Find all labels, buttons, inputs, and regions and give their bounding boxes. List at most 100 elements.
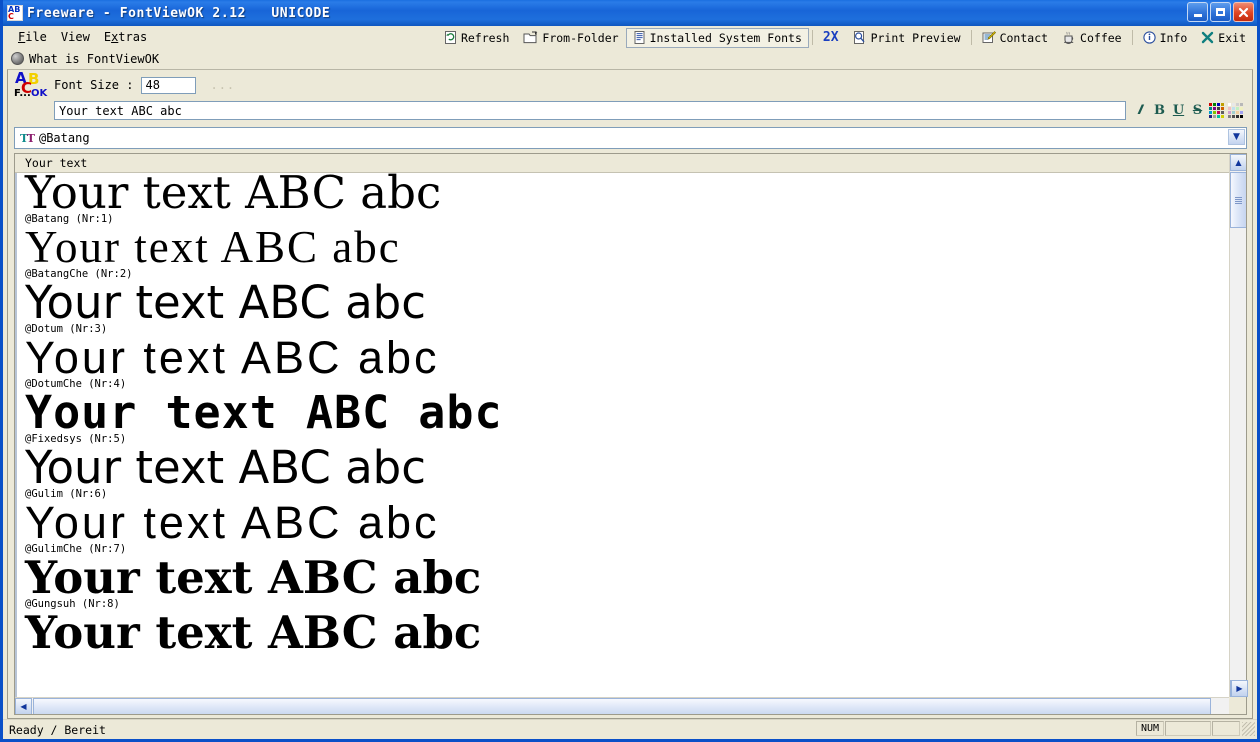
italic-button[interactable]: I: [1130, 102, 1151, 119]
menu-bar: File View Extras Refresh From-Folder Ins…: [3, 26, 1257, 48]
sample-text-row: I B U S: [8, 98, 1252, 124]
strikethrough-button[interactable]: S: [1189, 102, 1206, 119]
background-color-button[interactable]: [1227, 102, 1244, 119]
print-preview-icon: [853, 31, 867, 44]
globe-icon: [11, 52, 24, 65]
maximize-button[interactable]: [1210, 2, 1231, 22]
toolbar-zoom-2x-label: 2X: [822, 30, 839, 45]
list-item[interactable]: Your text ABC abc @GulimChe (Nr:7): [25, 500, 1246, 555]
info-icon: [1142, 31, 1156, 44]
font-sample-text: Your text ABC abc: [25, 173, 442, 219]
what-is-label: What is FontViewOK: [29, 51, 160, 66]
toolbar-info[interactable]: Info: [1136, 28, 1195, 48]
toolbar-coffee[interactable]: Coffee: [1055, 28, 1129, 48]
font-list-rows: Your text ABC abc @Batang (Nr:1) Your te…: [17, 173, 1246, 655]
list-item[interactable]: Your text ABC abc @Gungsuh (Nr:8): [25, 555, 1246, 610]
status-spacer-2: [1212, 721, 1240, 736]
list-item[interactable]: Your text ABC abc @Batang (Nr:1): [25, 173, 1246, 225]
scroll-up-button[interactable]: ▲: [1230, 154, 1246, 171]
window-controls: [1187, 2, 1254, 22]
folder-open-icon: [523, 31, 538, 44]
scroll-right-button-wrap: ▶: [1231, 680, 1248, 697]
app-window: AB C Freeware - FontViewOK 2.12 UNICODE F…: [0, 0, 1260, 742]
toolbar-separator-2: [970, 30, 972, 45]
list-item[interactable]: Your text ABC abc @Gulim (Nr:6): [25, 445, 1246, 500]
color-grid-bg-icon: [1228, 103, 1243, 118]
font-list-body[interactable]: Your text ABC abc @Batang (Nr:1) Your te…: [15, 173, 1246, 714]
toolbar-refresh-label: Refresh: [460, 30, 510, 45]
toolbar-coffee-label: Coffee: [1080, 30, 1122, 45]
toolbar: Refresh From-Folder Installed System Fon…: [437, 27, 1253, 48]
status-spacer-1: [1165, 721, 1211, 736]
resize-grip[interactable]: [1242, 721, 1255, 736]
toolbar-separator-3: [1131, 30, 1133, 45]
exit-x-icon: [1201, 31, 1214, 44]
font-sample-text: Your text ABC abc: [25, 276, 426, 329]
close-icon: [1238, 7, 1249, 17]
status-message: Ready / Bereit: [9, 722, 106, 737]
coffee-icon: [1062, 31, 1076, 44]
scroll-left-button[interactable]: ◀: [15, 698, 32, 714]
color-grid-icon: [1209, 103, 1224, 118]
list-item[interactable]: Your text ABC abc @BatangChe (Nr:2): [25, 222, 1246, 281]
status-num-indicator: NUM: [1135, 721, 1164, 736]
font-combo-wrap: TT @Batang ▼: [8, 124, 1252, 149]
toolbar-exit[interactable]: Exit: [1194, 28, 1253, 48]
toolbar-exit-label: Exit: [1218, 30, 1246, 45]
app-icon: AB C: [7, 5, 23, 21]
menu-view[interactable]: View: [54, 29, 97, 45]
toolbar-contact[interactable]: Contact: [975, 28, 1055, 48]
toolbar-print-preview-label: Print Preview: [870, 30, 961, 45]
sample-text-input[interactable]: [54, 101, 1126, 120]
toolbar-contact-label: Contact: [999, 30, 1049, 45]
font-size-input[interactable]: [141, 76, 197, 94]
font-list-icon: [633, 31, 646, 44]
list-item[interactable]: Your text ABC abc @Fixedsys (Nr:5): [25, 390, 1246, 445]
close-button[interactable]: [1233, 2, 1254, 22]
vertical-scroll-thumb[interactable]: [1230, 172, 1246, 228]
font-size-row: A B C F... OK Font Size : ...: [8, 69, 1252, 99]
horizontal-scrollbar[interactable]: ◀: [15, 697, 1229, 714]
menu-file[interactable]: File: [11, 29, 54, 45]
logo-text-f: F...: [14, 88, 31, 99]
chevron-down-icon[interactable]: ▼: [1228, 129, 1245, 145]
toolbar-separator-1: [811, 30, 813, 45]
font-sample-text: Your text ABC abc: [25, 497, 440, 548]
font-sample-text: Your text ABC abc: [25, 222, 401, 272]
what-is-row[interactable]: What is FontViewOK: [3, 48, 1257, 69]
title-bar: AB C Freeware - FontViewOK 2.12 UNICODE: [3, 0, 1257, 26]
list-item[interactable]: Your text ABC abc @Dotum (Nr:3): [25, 280, 1246, 335]
scrollbar-corner: [1229, 697, 1246, 714]
font-sample-text: Your text ABC abc: [25, 551, 482, 604]
bold-button[interactable]: B: [1151, 102, 1168, 119]
toolbar-installed-system-fonts-label: Installed System Fonts: [649, 30, 802, 45]
toolbar-installed-system-fonts[interactable]: Installed System Fonts: [625, 27, 809, 48]
font-sample-text: Your text ABC abc: [25, 441, 426, 494]
window-title: Freeware - FontViewOK 2.12 UNICODE: [27, 5, 331, 21]
contact-icon: [982, 31, 996, 44]
font-size-label: Font Size :: [54, 78, 134, 92]
menu-extras[interactable]: Extras: [97, 29, 154, 45]
list-item[interactable]: Your text ABC abc @DotumChe (Nr:4): [25, 335, 1246, 390]
font-combo[interactable]: TT @Batang ▼: [14, 127, 1247, 149]
status-bar: Ready / Bereit NUM: [3, 719, 1257, 739]
minimize-button[interactable]: [1187, 2, 1208, 22]
toolbar-from-folder-label: From-Folder: [542, 30, 619, 45]
toolbar-from-folder[interactable]: From-Folder: [516, 28, 625, 48]
scroll-right-button[interactable]: ▶: [1231, 680, 1248, 697]
refresh-icon: [444, 31, 457, 44]
toolbar-info-label: Info: [1159, 30, 1188, 45]
underline-button[interactable]: U: [1170, 102, 1187, 119]
font-sample-text: Your text ABC abc: [25, 386, 503, 439]
font-sample-text: Your text ABC abc: [25, 332, 440, 383]
font-sample-text: Your text ABC abc: [25, 606, 482, 659]
toolbar-zoom-2x[interactable]: 2X: [816, 27, 846, 48]
text-color-button[interactable]: [1208, 102, 1225, 119]
dots-label: ...: [210, 78, 236, 92]
toolbar-print-preview[interactable]: Print Preview: [846, 28, 968, 48]
horizontal-scroll-thumb[interactable]: [33, 698, 1211, 714]
list-item[interactable]: Your text ABC abc: [25, 610, 1246, 655]
vertical-scrollbar[interactable]: ▲ ▼: [1229, 154, 1246, 697]
status-right-group: NUM: [1135, 721, 1255, 736]
toolbar-refresh[interactable]: Refresh: [437, 28, 516, 48]
